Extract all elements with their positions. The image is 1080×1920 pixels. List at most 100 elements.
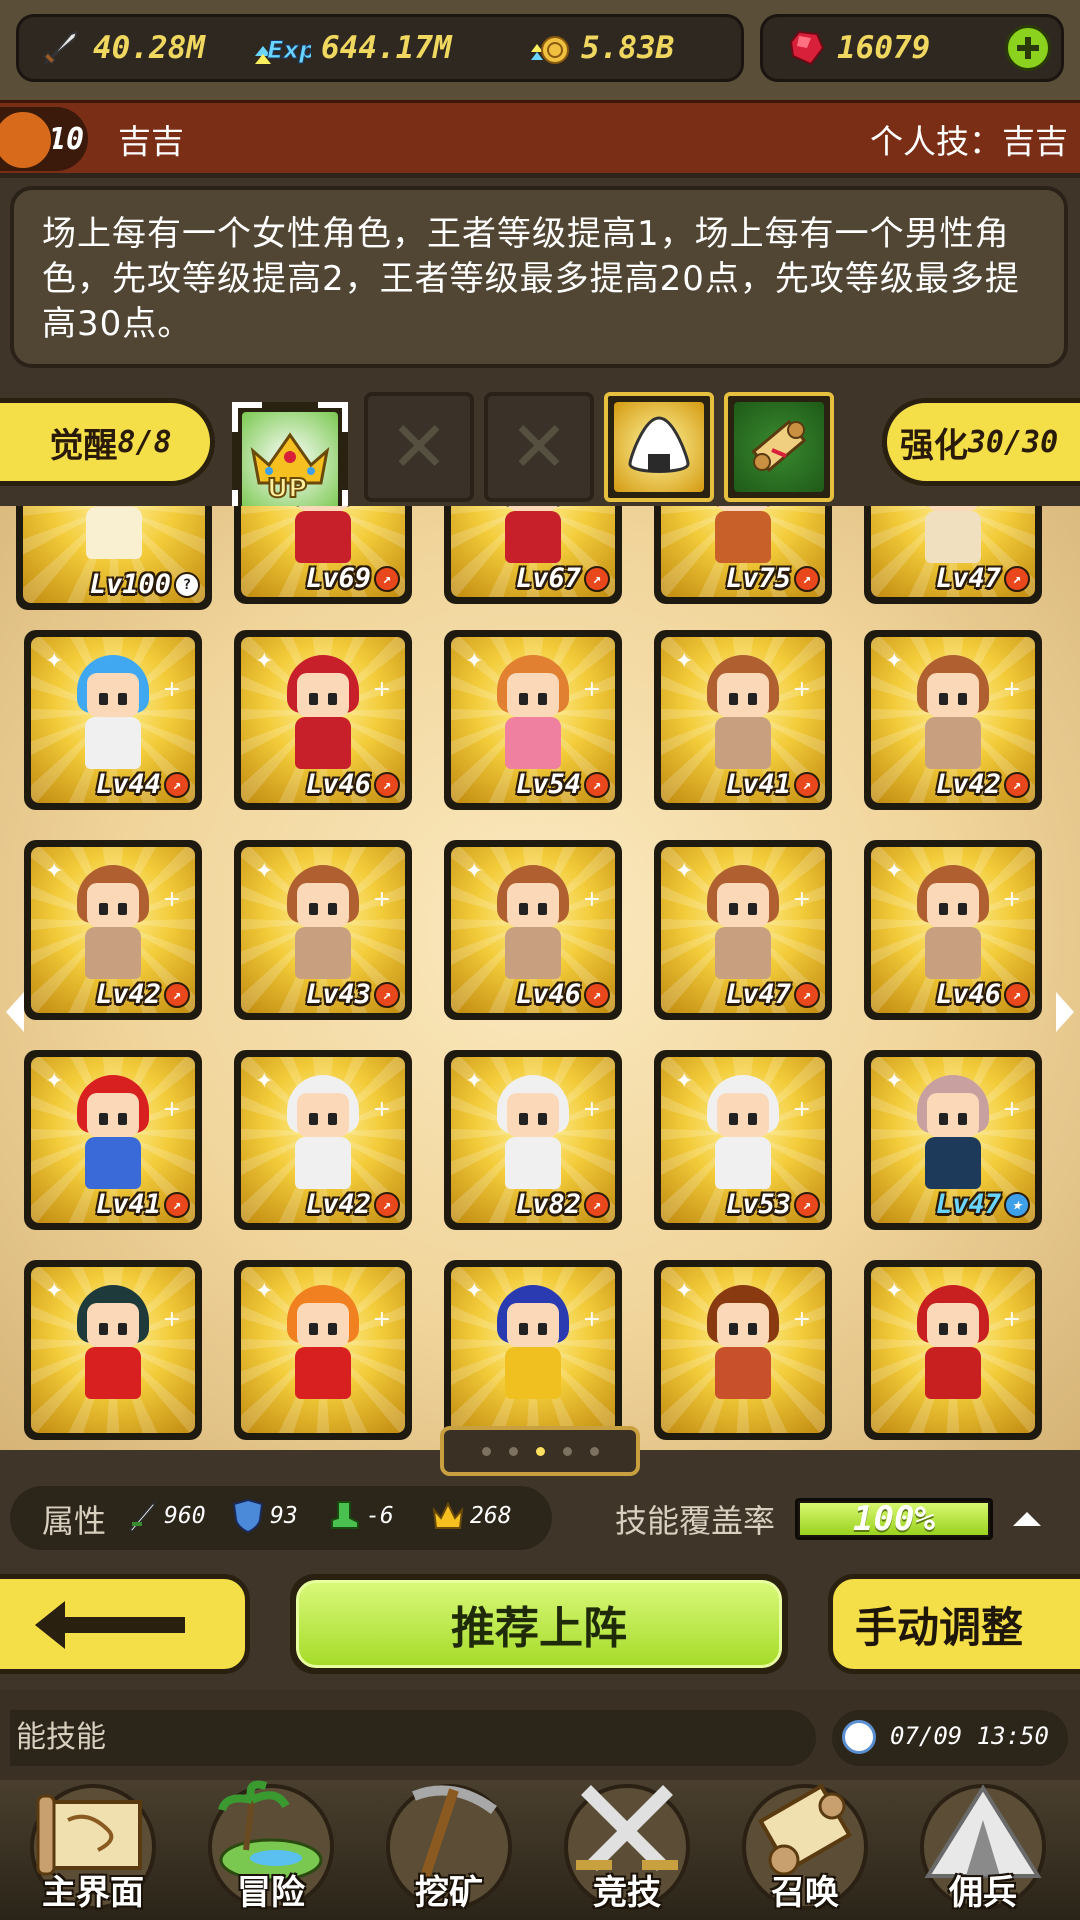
unit-level-text: Lv100 — [89, 569, 171, 600]
clock-icon — [842, 1720, 876, 1754]
unit-card[interactable]: ✦ + Lv46 ↗ — [234, 630, 412, 810]
unit-level: Lv46 ↗ — [936, 979, 1030, 1010]
unit-card[interactable]: ✦ + Lv43 ↗ — [234, 840, 412, 1020]
nav-item-1[interactable]: 冒险 — [186, 1780, 356, 1920]
fire-element-icon: ↗ — [374, 565, 400, 592]
manual-adjust-button[interactable]: 手动调整 — [828, 1574, 1080, 1674]
character-sprite — [281, 1075, 365, 1193]
unit-card[interactable]: ✦ + — [654, 1260, 832, 1440]
expand-up-icon[interactable] — [1013, 1512, 1041, 1526]
character-sprite — [491, 1075, 575, 1193]
back-button[interactable] — [0, 1574, 250, 1674]
plus-icon — [1017, 37, 1039, 59]
unit-card[interactable]: ✦+Lv47↗ — [864, 506, 1042, 604]
skill-slot-crown-up[interactable]: UP — [232, 402, 348, 520]
gem-panel: 16079 — [760, 14, 1064, 82]
character-sprite — [71, 1075, 155, 1193]
unit-card[interactable]: ✦ + Lv42 ↗ — [234, 1050, 412, 1230]
fire-element-icon: ↗ — [1004, 981, 1030, 1008]
hero-name: 吉吉 — [118, 122, 184, 161]
add-gems-button[interactable] — [1005, 25, 1051, 71]
attack-resource: 40.28M — [39, 17, 205, 79]
page-dot[interactable] — [562, 1446, 572, 1456]
character-sprite — [72, 506, 156, 563]
nav-item-4[interactable]: 召唤 — [720, 1780, 890, 1920]
awaken-button[interactable]: 觉醒 8/8 — [0, 398, 215, 486]
unit-card[interactable]: ✦ + — [24, 1260, 202, 1440]
sparkle-icon: + — [792, 677, 811, 702]
nav-item-5[interactable]: 佣兵 — [898, 1780, 1068, 1920]
sparkle-icon: ✦ — [675, 859, 694, 884]
page-dot[interactable] — [508, 1446, 518, 1456]
unit-card[interactable]: ✦ + Lv42 ↗ — [864, 630, 1042, 810]
nav-item-3[interactable]: 竞技 — [542, 1780, 712, 1920]
sparkle-icon: ✦ — [465, 1069, 484, 1094]
skill-slot-empty-1[interactable]: ✕ — [364, 392, 474, 502]
unit-card[interactable]: ✦ + Lv41 ↗ — [24, 1050, 202, 1230]
unit-level-text: Lv69 — [305, 563, 371, 594]
sparkle-icon: + — [582, 677, 601, 702]
sparkle-icon: + — [792, 887, 811, 912]
speed-stat: -6 — [328, 1498, 394, 1534]
shield-icon — [232, 1498, 264, 1534]
unit-level-text: Lv47 — [935, 1189, 1001, 1220]
clock-time: 07/09 13:50 — [890, 1722, 1049, 1750]
sparkle-icon: + — [1002, 1307, 1021, 1332]
character-sprite — [71, 655, 155, 773]
sparkle-icon: ✦ — [465, 859, 484, 884]
nav-label: 主界面 — [42, 1873, 144, 1913]
sparkle-icon: + — [372, 1307, 391, 1332]
clock-panel: 07/09 13:50 — [832, 1710, 1068, 1766]
recommend-button[interactable]: 推荐上阵 — [290, 1574, 788, 1674]
unit-level: Lv47 ★ — [936, 1189, 1030, 1220]
character-sprite — [491, 506, 575, 567]
fire-element-icon: ↗ — [1004, 565, 1030, 592]
sparkle-icon: ✦ — [45, 1279, 64, 1304]
unit-card[interactable]: ✦+Lv47↗ — [654, 840, 832, 1020]
unit-card[interactable]: ✦ + Lv53 ↗ — [654, 1050, 832, 1230]
sparkle-icon: ✦ — [675, 1069, 694, 1094]
sparkle-icon: + — [1002, 1097, 1021, 1122]
unit-level-text: Lv82 — [515, 1189, 581, 1220]
fire-element-icon: ↗ — [374, 981, 400, 1008]
skill-slot-empty-2[interactable]: ✕ — [484, 392, 594, 502]
unit-card[interactable]: ✦ + Lv42 ↗ — [24, 840, 202, 1020]
unit-card[interactable]: ✦ + — [864, 1260, 1042, 1440]
unit-card[interactable]: ✦+Lv100? — [16, 506, 212, 610]
sparkle-icon: + — [372, 677, 391, 702]
unit-level: Lv75 ↗ — [726, 563, 820, 594]
unit-card[interactable]: ✦+Lv75↗ — [654, 506, 832, 604]
fire-element-icon: ↗ — [584, 771, 610, 798]
unit-card[interactable]: ✦ + Lv47 ★ — [864, 1050, 1042, 1230]
unit-card[interactable]: ✦ + Lv82 ↗ — [444, 1050, 622, 1230]
page-dot[interactable] — [589, 1446, 599, 1456]
nav-item-0[interactable]: 主界面 — [8, 1780, 178, 1920]
unit-card[interactable]: ✦+Lv69↗ — [234, 506, 412, 604]
fire-element-icon: ↗ — [164, 1191, 190, 1218]
personal-skill-title: 个人技：吉吉 — [870, 122, 1068, 161]
unit-grid[interactable]: ✦+Lv100?✦+Lv69↗✦+Lv67↗✦+Lv75↗✦+Lv47↗✦+Lv… — [0, 506, 1080, 1450]
page-dot[interactable] — [481, 1446, 491, 1456]
unit-card[interactable]: ✦ + Lv46 ↗ — [444, 840, 622, 1020]
unit-card[interactable]: ✦ + Lv41 ↗ — [654, 630, 832, 810]
skill-slot-rice-ball[interactable] — [604, 392, 714, 502]
unit-level: Lv42 ↗ — [96, 979, 190, 1010]
fire-element-icon: ↗ — [794, 771, 820, 798]
awaken-label: 觉醒 — [49, 425, 118, 466]
unit-card[interactable]: ✦ + Lv54 ↗ — [444, 630, 622, 810]
unit-card[interactable]: ✦ + Lv44 ↗ — [24, 630, 202, 810]
sparkle-icon: ✦ — [465, 649, 484, 674]
unit-card[interactable]: ✦ + — [444, 1260, 622, 1440]
unit-card[interactable]: ✦ + — [234, 1260, 412, 1440]
unit-card[interactable]: ✦+Lv67↗ — [444, 506, 622, 604]
sword-icon — [128, 1499, 158, 1534]
skill-slot-scroll[interactable] — [724, 392, 834, 502]
sparkle-icon: + — [372, 887, 391, 912]
unit-card[interactable]: ✦ + Lv46 ↗ — [864, 840, 1042, 1020]
sparkle-icon: ✦ — [45, 859, 64, 884]
action-row: 推荐上阵 手动调整 — [0, 1570, 1080, 1690]
enhance-button[interactable]: 强化 30/30 — [882, 398, 1080, 486]
nav-item-2[interactable]: 挖矿 — [364, 1780, 534, 1920]
svg-text:Exp: Exp — [267, 36, 311, 64]
page-dot[interactable] — [535, 1446, 545, 1456]
